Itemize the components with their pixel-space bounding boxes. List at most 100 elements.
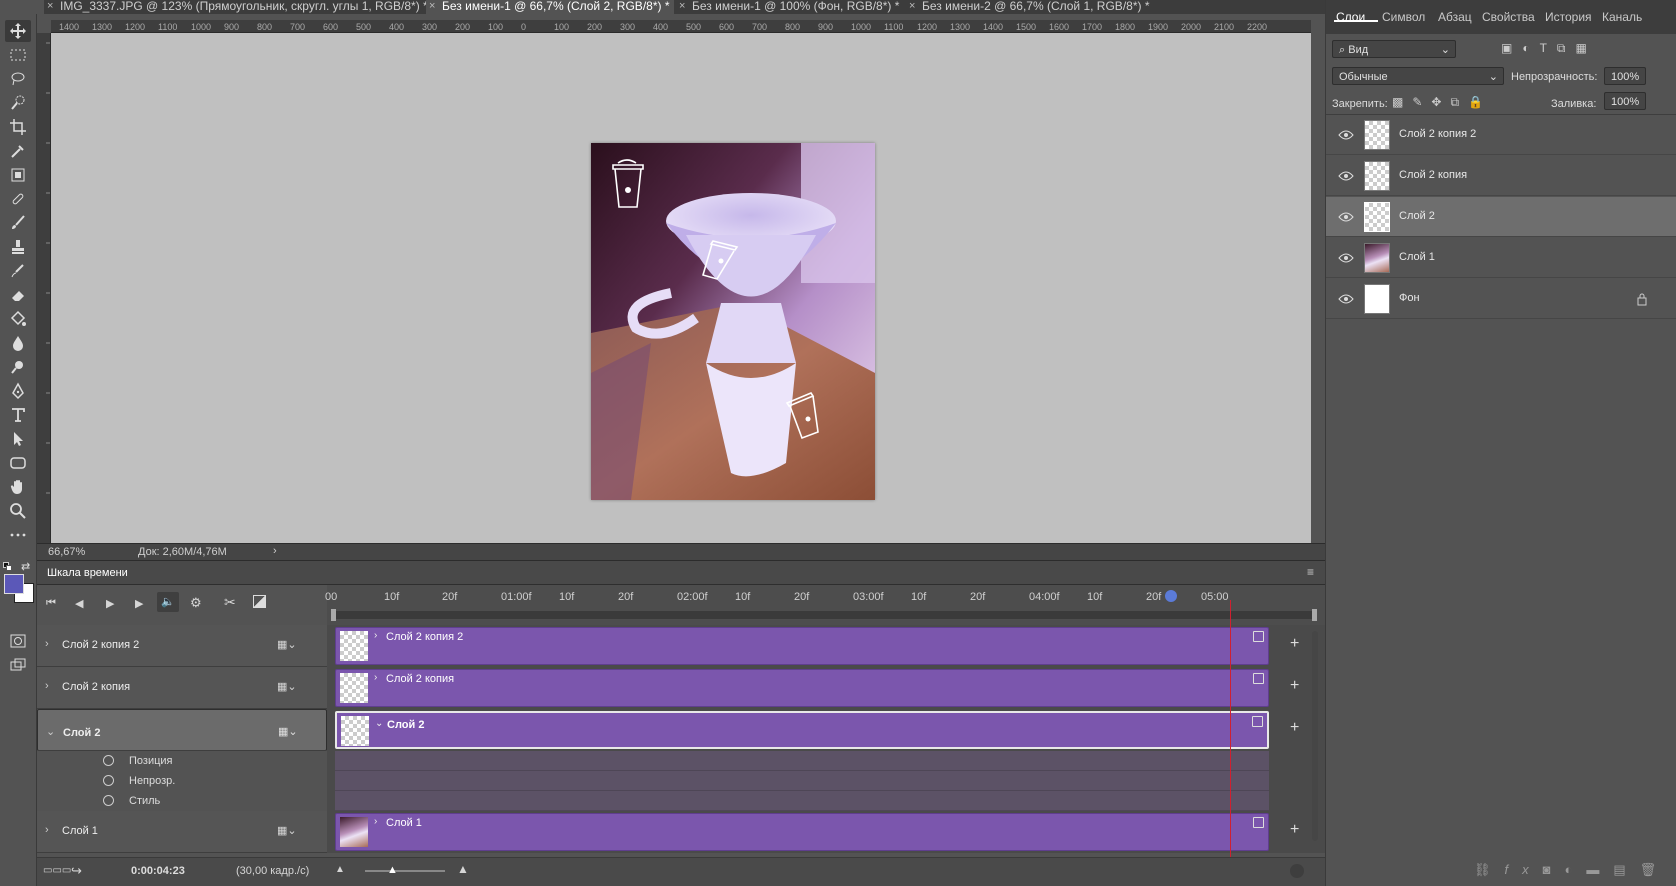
zoom-slider[interactable]: [365, 870, 445, 872]
lock-icons-row[interactable]: ▩✎✥⧉🔒: [1392, 95, 1492, 110]
expand-chevron-icon[interactable]: ›: [45, 680, 49, 692]
clip-sloj2-kopiya[interactable]: › Слой 2 копия: [335, 669, 1269, 707]
foreground-color-swatch[interactable]: [4, 574, 24, 594]
lasso-tool-icon[interactable]: [5, 68, 31, 90]
clip-end-icon[interactable]: [1253, 817, 1264, 828]
layer-row-sloj1[interactable]: Слой 1: [1326, 238, 1676, 278]
keyframe-lane[interactable]: [335, 751, 1269, 771]
stopwatch-icon[interactable]: [103, 795, 114, 806]
clip-end-icon[interactable]: [1253, 673, 1264, 684]
paint-bucket-tool-icon[interactable]: [5, 308, 31, 330]
clip-sloj2[interactable]: ⌄ Слой 2: [335, 711, 1269, 749]
zoom-out-icon[interactable]: ▲: [335, 864, 345, 875]
clip-chevron-icon[interactable]: ›: [374, 672, 377, 683]
panel-menu-icon[interactable]: ≡: [1307, 565, 1314, 579]
zoom-level[interactable]: 66,67%: [48, 546, 85, 558]
collapse-chevron-icon[interactable]: ⌄: [46, 723, 55, 741]
tab-untitled-2[interactable]: × Без имени-2 @ 66,7% (Слой 1, RGB/8*) *: [906, 0, 1156, 14]
crop-tool-icon[interactable]: [5, 116, 31, 138]
default-colors-icon[interactable]: [3, 562, 13, 572]
more-tools-icon[interactable]: [5, 524, 31, 546]
canvas-workspace[interactable]: [51, 33, 1311, 543]
settings-gear-icon[interactable]: ⚙: [190, 595, 202, 611]
clip-chevron-icon[interactable]: ›: [374, 816, 377, 827]
close-tab-icon[interactable]: ×: [429, 0, 435, 12]
stamp-tool-icon[interactable]: [5, 236, 31, 258]
swap-colors-icon[interactable]: ⇄: [21, 560, 30, 573]
lock-icon[interactable]: [1636, 292, 1648, 306]
track-type-icon[interactable]: ▦⌄: [277, 638, 297, 651]
clip-end-icon[interactable]: [1253, 631, 1264, 642]
play-icon[interactable]: ▶: [106, 597, 114, 610]
close-tab-icon[interactable]: ×: [679, 0, 685, 12]
work-area-end-handle[interactable]: [1312, 609, 1317, 621]
history-brush-tool-icon[interactable]: [5, 260, 31, 282]
fill-input[interactable]: 100%: [1604, 92, 1646, 110]
filter-icons-row[interactable]: ▣◐T⧉▦: [1501, 41, 1597, 56]
track-sloj2-kopiya[interactable]: › Слой 2 копия ▦⌄: [37, 667, 327, 709]
previous-frame-icon[interactable]: ◀︎: [75, 597, 83, 610]
property-opacity[interactable]: Непрозр.: [37, 771, 327, 791]
close-tab-icon[interactable]: ×: [47, 0, 53, 12]
quick-selection-tool-icon[interactable]: [5, 92, 31, 114]
zoom-slider-thumb[interactable]: ▲: [387, 864, 398, 876]
layer-row-fon[interactable]: Фон: [1326, 279, 1676, 319]
layer-row-sloj2[interactable]: Слой 2: [1326, 197, 1676, 237]
tab-character[interactable]: Символ: [1382, 10, 1425, 24]
expand-chevron-icon[interactable]: ›: [45, 638, 49, 650]
keyframe-lane[interactable]: [335, 771, 1269, 791]
frame-tool-icon[interactable]: [5, 164, 31, 186]
tab-history[interactable]: История: [1545, 10, 1592, 24]
work-area-bar[interactable]: [334, 611, 1317, 619]
quick-mask-icon[interactable]: [5, 630, 31, 652]
stopwatch-icon[interactable]: [103, 755, 114, 766]
add-media-plus-icon[interactable]: +: [1290, 719, 1299, 737]
close-tab-icon[interactable]: ×: [909, 0, 915, 12]
tab-img3337[interactable]: × IMG_3337.JPG @ 123% (Прямоугольник, скр…: [44, 0, 428, 14]
visibility-eye-icon[interactable]: [1338, 127, 1354, 143]
track-type-icon[interactable]: ▦⌄: [278, 723, 298, 741]
status-menu-arrow[interactable]: ›: [273, 545, 277, 557]
zoom-in-icon[interactable]: ▲: [457, 862, 469, 876]
work-area-start-handle[interactable]: [331, 609, 336, 621]
track-type-icon[interactable]: ▦⌄: [277, 680, 297, 693]
eraser-tool-icon[interactable]: [5, 284, 31, 306]
hand-tool-icon[interactable]: [5, 476, 31, 498]
clip-chevron-icon[interactable]: ⌄: [375, 715, 383, 733]
go-to-first-frame-icon[interactable]: ⏮: [46, 597, 56, 610]
visibility-eye-icon[interactable]: [1338, 168, 1354, 184]
tab-properties[interactable]: Свойства: [1482, 10, 1535, 24]
next-frame-icon[interactable]: ▶︎: [135, 597, 143, 610]
track-type-icon[interactable]: ▦⌄: [277, 824, 297, 837]
layers-footer-icons[interactable]: ⛓fx◙◐▬▤🗑: [1474, 862, 1670, 878]
property-position[interactable]: Позиция: [37, 751, 327, 771]
dodge-tool-icon[interactable]: [5, 356, 31, 378]
track-sloj2[interactable]: ⌄ Слой 2 ▦⌄: [37, 709, 327, 751]
transition-icon[interactable]: [253, 595, 266, 608]
blur-tool-icon[interactable]: [5, 332, 31, 354]
eyedropper-tool-icon[interactable]: [5, 140, 31, 162]
audio-icon[interactable]: 🔈: [157, 592, 179, 612]
brush-tool-icon[interactable]: [5, 212, 31, 234]
layer-filter-select[interactable]: ⌕ Вид ⌄: [1332, 40, 1456, 58]
tab-untitled-1-100[interactable]: × Без имени-1 @ 100% (Фон, RGB/8*) *: [676, 0, 904, 14]
zoom-tool-icon[interactable]: [5, 500, 31, 522]
tab-paragraph[interactable]: Абзац: [1438, 10, 1472, 24]
opacity-input[interactable]: 100%: [1604, 67, 1646, 85]
visibility-eye-icon[interactable]: [1338, 291, 1354, 307]
add-media-plus-icon[interactable]: +: [1290, 635, 1299, 653]
path-selection-tool-icon[interactable]: [5, 428, 31, 450]
pen-tool-icon[interactable]: [5, 380, 31, 402]
type-tool-icon[interactable]: [5, 404, 31, 426]
layer-row-sloj2-kopiya2[interactable]: Слой 2 копия 2: [1326, 115, 1676, 155]
rectangle-tool-icon[interactable]: [5, 452, 31, 474]
render-video-icon[interactable]: ↪: [71, 863, 82, 879]
layer-row-sloj2-kopiya[interactable]: Слой 2 копия: [1326, 156, 1676, 196]
clip-sloj2-kopiya2[interactable]: › Слой 2 копия 2: [335, 627, 1269, 665]
clip-sloj1[interactable]: › Слой 1: [335, 813, 1269, 851]
marquee-tool-icon[interactable]: [5, 44, 31, 66]
document-canvas[interactable]: [591, 143, 875, 500]
move-tool-icon[interactable]: [5, 20, 31, 42]
screen-mode-icon[interactable]: [5, 654, 31, 676]
keyframe-lane[interactable]: [335, 791, 1269, 811]
